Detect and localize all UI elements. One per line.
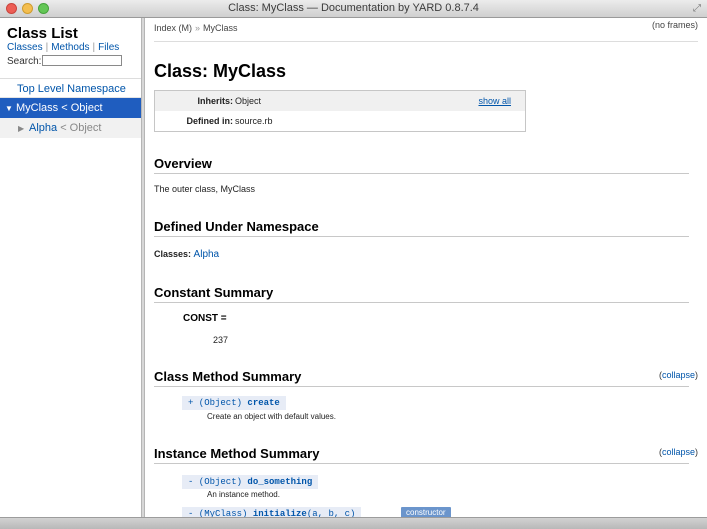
sidebar-item-myclass[interactable]: ▼ MyClass < Object xyxy=(0,98,141,118)
class-list: Top Level Namespace ▼ MyClass < Object ▶ A… xyxy=(0,78,141,138)
instance-method-summary-heading: Instance Method Summary xyxy=(154,446,689,464)
constant-name: CONST = xyxy=(183,313,227,324)
sidebar-item-label: Alpha xyxy=(29,122,58,134)
breadcrumb-index-link[interactable]: Index (M) xyxy=(154,23,192,33)
nav-separator: | xyxy=(92,42,96,53)
window-titlebar: Class: MyClass — Documentation by YARD 0… xyxy=(0,0,707,18)
sidebar-item-superclass: < Object xyxy=(61,102,103,114)
sidebar-item-label: MyClass xyxy=(16,102,59,114)
breadcrumb-current: MyClass xyxy=(203,23,238,33)
breadcrumb-separator: » xyxy=(195,23,201,33)
sidebar-item-alpha[interactable]: ▶ Alpha < Object xyxy=(0,118,141,138)
nav-separator: | xyxy=(45,42,49,53)
overview-text: The outer class, MyClass xyxy=(154,184,256,194)
instance-methods-collapse[interactable]: (collapse) xyxy=(659,447,698,457)
method-prefix: - (Object) xyxy=(188,477,243,487)
method-prefix: - (MyClass) xyxy=(188,509,248,517)
fullscreen-icon[interactable]: ⤢ xyxy=(693,3,701,14)
inherits-row: Inherits: Object show all xyxy=(155,91,525,112)
method-signature-create[interactable]: + (Object) create xyxy=(182,396,286,410)
alpha-class-link[interactable]: Alpha xyxy=(194,249,220,260)
class-method-summary-heading: Class Method Summary xyxy=(154,369,689,387)
collapsed-triangle-icon[interactable]: ▶ xyxy=(18,119,29,139)
class-methods-collapse[interactable]: (collapse) xyxy=(659,370,698,380)
defined-in-value: source.rb xyxy=(235,116,273,126)
constructor-badge: constructor xyxy=(401,507,451,517)
method-description: Create an object with default values. xyxy=(207,412,336,421)
collapse-link[interactable]: collapse xyxy=(662,370,695,380)
method-signature-initialize[interactable]: - (MyClass) initialize(a, b, c) xyxy=(182,507,362,517)
class-list-sidebar: Class List Classes | Methods | Files Search:… xyxy=(0,18,141,517)
method-args: (a, b, c) xyxy=(306,509,356,517)
sidebar-title: Class List xyxy=(7,25,78,42)
sidebar-item-top-level-namespace[interactable]: Top Level Namespace xyxy=(0,78,141,98)
sidebar-item-superclass: < Object xyxy=(60,122,102,134)
collapse-link[interactable]: collapse xyxy=(662,447,695,457)
classes-label: Classes: xyxy=(154,249,192,259)
inherits-label: Inherits: xyxy=(197,96,233,106)
class-info-box: Inherits: Object show all Defined in: so… xyxy=(154,90,526,132)
method-name[interactable]: initialize xyxy=(253,509,307,517)
method-prefix: + (Object) xyxy=(188,398,243,408)
method-description: An instance method. xyxy=(207,490,280,499)
nav-classes-link[interactable]: Classes xyxy=(7,42,43,53)
overview-heading: Overview xyxy=(154,156,689,174)
defined-in-row: Defined in: source.rb xyxy=(155,111,525,131)
window-bottom-bar xyxy=(0,517,707,529)
search-input[interactable] xyxy=(42,55,122,66)
window-title: Class: MyClass — Documentation by YARD 0… xyxy=(228,2,479,14)
expanded-triangle-icon[interactable]: ▼ xyxy=(5,99,16,119)
no-frames-link[interactable]: (no frames) xyxy=(652,20,698,30)
method-signature-do-something[interactable]: - (Object) do_something xyxy=(182,475,319,489)
defined-in-label: Defined in: xyxy=(186,116,234,126)
nav-methods-link[interactable]: Methods xyxy=(51,42,89,53)
namespace-heading: Defined Under Namespace xyxy=(154,219,689,237)
constant-value: 237 xyxy=(213,335,229,345)
sidebar-nav: Classes | Methods | Files xyxy=(7,42,119,53)
sidebar-item-label: Top Level Namespace xyxy=(17,83,126,95)
documentation-main: Index (M)» MyClass (no frames) Class: MyC… xyxy=(145,18,707,517)
search-label: Search: xyxy=(7,56,42,67)
header-divider xyxy=(154,41,698,42)
page-title: Class: MyClass xyxy=(154,61,287,81)
nav-files-link[interactable]: Files xyxy=(98,42,119,53)
constant-summary-heading: Constant Summary xyxy=(154,285,689,303)
breadcrumb: Index (M)» MyClass xyxy=(154,23,238,33)
inherits-value: Object xyxy=(235,96,262,106)
namespace-classes: Classes: Alpha xyxy=(154,249,219,260)
show-all-link[interactable]: show all xyxy=(478,91,511,111)
method-name[interactable]: create xyxy=(247,398,279,408)
method-name[interactable]: do_something xyxy=(247,477,312,487)
